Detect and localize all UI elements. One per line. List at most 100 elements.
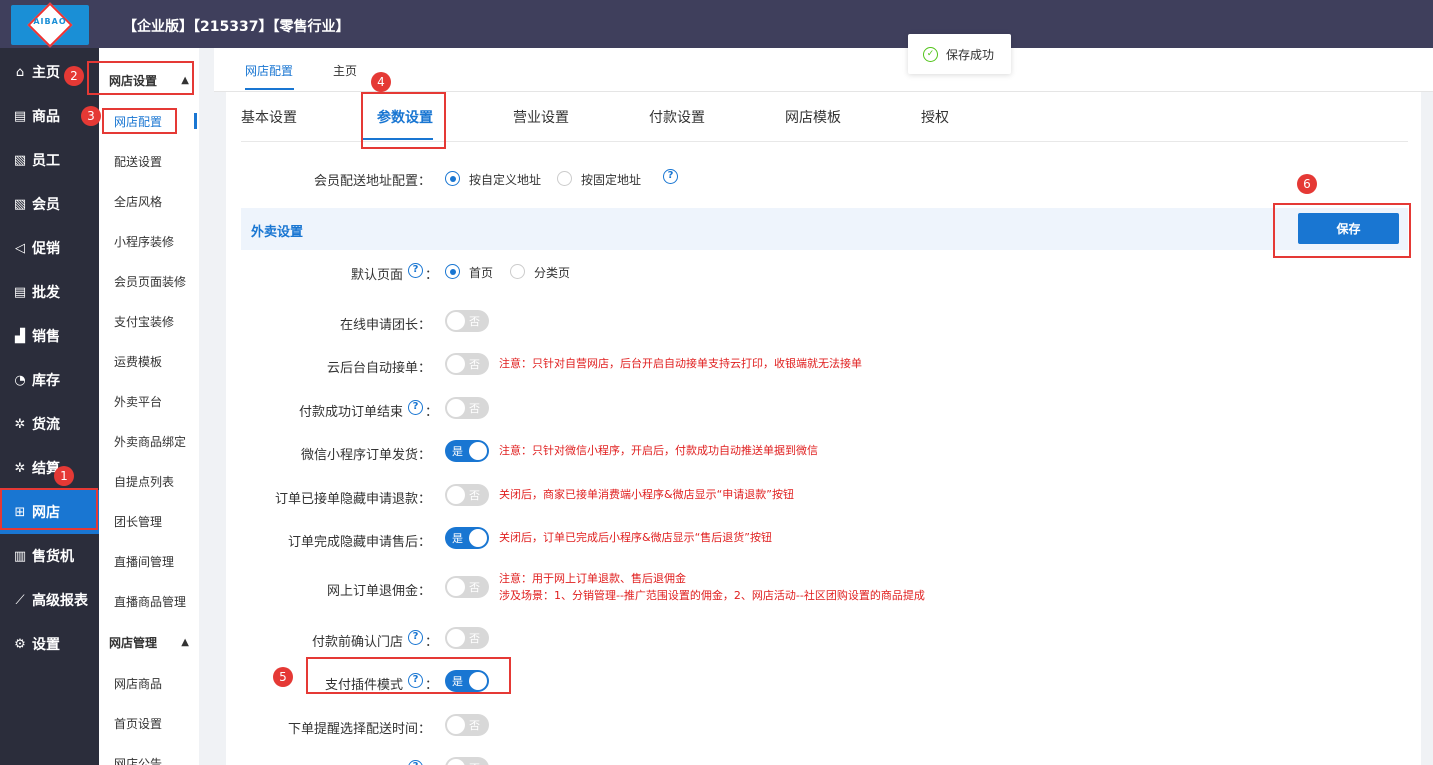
subnav-item[interactable]: 小程序装修: [99, 223, 199, 259]
subnav-item[interactable]: 外卖平台: [99, 383, 199, 419]
annotation-box: [1273, 203, 1411, 258]
settings-tab-5[interactable]: 授权: [921, 107, 949, 127]
org-title: 【企业版】【215337】【零售行业】: [123, 19, 350, 35]
setting-label: 下单提醒选择配送时间：: [287, 722, 431, 737]
subnav-item[interactable]: 团长管理: [99, 503, 199, 539]
subnav-group-shop-manage[interactable]: 网店管理 ▲: [99, 622, 199, 662]
check-circle-icon: ✓: [923, 46, 938, 62]
member-address-label: 会员配送地址配置：: [313, 174, 431, 189]
nav-item-0[interactable]: ⌂ 主页: [0, 50, 99, 94]
toggle-switch[interactable]: 否: [445, 576, 489, 598]
subnav-item[interactable]: 外卖商品绑定: [99, 423, 199, 459]
toggle-switch[interactable]: 否: [445, 757, 489, 765]
member-icon: ▧: [13, 196, 27, 212]
toggle-switch[interactable]: 否: [445, 397, 489, 419]
default-page-label: 默认页面: [350, 268, 403, 283]
toggle-switch[interactable]: 是: [445, 440, 489, 462]
subnav-item[interactable]: 支付宝装修: [99, 303, 199, 339]
nav-item-5[interactable]: ▤ 批发: [0, 270, 99, 314]
toggle-switch[interactable]: 否: [445, 353, 489, 375]
subnav-item[interactable]: 首页设置: [99, 705, 199, 741]
toggle-text: 否: [469, 358, 480, 371]
nav-item-2[interactable]: ▧ 员工: [0, 138, 99, 182]
toggle-switch[interactable]: 否: [445, 310, 489, 332]
subnav-item[interactable]: 网店公告: [99, 745, 199, 765]
settings-tab-3[interactable]: 付款设置: [649, 107, 705, 127]
radio-home-page[interactable]: [445, 264, 460, 279]
tab-shop-config[interactable]: 网店配置: [245, 62, 293, 79]
setting-label: 微信小程序订单发货：: [300, 448, 431, 463]
nav-item-label: 高级报表: [32, 593, 88, 609]
settings-tab-0[interactable]: 基本设置: [241, 107, 297, 127]
setting-label: 网上订单退佣金：: [326, 584, 431, 599]
nav-item-3[interactable]: ▧ 会员: [0, 182, 99, 226]
subnav-item[interactable]: 配送设置: [99, 143, 199, 179]
subnav-item[interactable]: 网店商品: [99, 665, 199, 701]
toggle-switch[interactable]: 否: [445, 484, 489, 506]
toast-message: 保存成功: [946, 47, 995, 62]
toggle-text: 否: [469, 632, 480, 645]
nav-item-9[interactable]: ✲ 结算: [0, 446, 99, 490]
toggle-text: 否: [469, 402, 480, 415]
nav-item-label: 主页: [32, 65, 60, 81]
subnav-group-label: 网店管理: [109, 635, 158, 650]
nav-item-7[interactable]: ◔ 库存: [0, 358, 99, 402]
toggle-switch[interactable]: 否: [445, 627, 489, 649]
subnav-item[interactable]: 直播间管理: [99, 543, 199, 579]
help-icon[interactable]: ?: [408, 630, 423, 645]
radio-fixed-address-label: 按固定地址: [581, 173, 642, 187]
annotation-box: [0, 488, 98, 530]
annotation-badge: 6: [1297, 174, 1317, 194]
settings-tab-2[interactable]: 营业设置: [513, 107, 569, 127]
radio-home-page-label: 首页: [469, 266, 494, 280]
help-icon[interactable]: ?: [663, 169, 678, 184]
toggle-text: 否: [469, 760, 480, 765]
goods-icon: ▤: [13, 108, 27, 124]
home-icon: ⌂: [15, 64, 25, 80]
annotation-box: [361, 92, 446, 149]
annotation-badge: 5: [273, 667, 293, 687]
nav-item-label: 促销: [32, 241, 60, 257]
subnav-item[interactable]: 会员页面装修: [99, 263, 199, 299]
nav-item-11[interactable]: ▥ 售货机: [0, 534, 99, 578]
logistics-icon: ✲: [14, 416, 26, 432]
radio-custom-address[interactable]: [445, 171, 460, 186]
nav-item-label: 库存: [32, 373, 60, 389]
brand-logo[interactable]: AIBAO: [11, 2, 89, 48]
tab-home[interactable]: 主页: [333, 62, 357, 79]
setting-note: 关闭后，订单已完成后小程序&微店显示“售后退货”按钮: [499, 531, 772, 544]
section-title: 外卖设置: [251, 225, 304, 240]
subnav-item[interactable]: 全店风格: [99, 183, 199, 219]
wholesale-icon: ▤: [13, 284, 27, 300]
toggle-switch[interactable]: 是: [445, 527, 489, 549]
setting-note: 关闭后，商家已接单消费端小程序&微店显示“申请退款”按钮: [499, 488, 794, 501]
settings-icon: ⚙: [14, 636, 26, 652]
help-icon[interactable]: ?: [408, 263, 423, 278]
toggle-switch[interactable]: 否: [445, 714, 489, 736]
setting-label: 订单完成隐藏申请售后：: [287, 535, 431, 550]
radio-category-page[interactable]: [510, 264, 525, 279]
setting-label: 付款成功订单结束: [298, 405, 403, 420]
section-header: 外卖设置: [241, 208, 1408, 250]
nav-item-label: 销售: [32, 329, 60, 345]
nav-item-label: 货流: [32, 417, 60, 433]
inventory-icon: ◔: [14, 372, 26, 388]
nav-item-6[interactable]: ▟ 销售: [0, 314, 99, 358]
subnav-item[interactable]: 自提点列表: [99, 463, 199, 499]
help-icon[interactable]: ?: [408, 760, 423, 765]
settings-tab-4[interactable]: 网店模板: [785, 107, 841, 127]
annotation-badge: 4: [371, 72, 391, 92]
annotation-box: [306, 657, 511, 694]
nav-item-8[interactable]: ✲ 货流: [0, 402, 99, 446]
setting-label: 小程序桌台填写人数: [203, 761, 403, 765]
annotation-box: [102, 108, 177, 134]
setting-label: 订单已接单隐藏申请退款：: [274, 492, 431, 507]
radio-fixed-address[interactable]: [557, 171, 572, 186]
help-icon[interactable]: ?: [408, 400, 423, 415]
subnav-item[interactable]: 直播商品管理: [99, 583, 199, 619]
nav-item-12[interactable]: ⟋ 高级报表: [0, 578, 99, 622]
nav-item-13[interactable]: ⚙ 设置: [0, 622, 99, 666]
subnav-item[interactable]: 运费模板: [99, 343, 199, 379]
sub-sidebar: 网店设置 ▲ 网店管理 ▲ 网店配置 配送设置 全店风格 小程序装修 会员页面装修 支付宝…: [99, 48, 199, 765]
nav-item-4[interactable]: ◁ 促销: [0, 226, 99, 270]
